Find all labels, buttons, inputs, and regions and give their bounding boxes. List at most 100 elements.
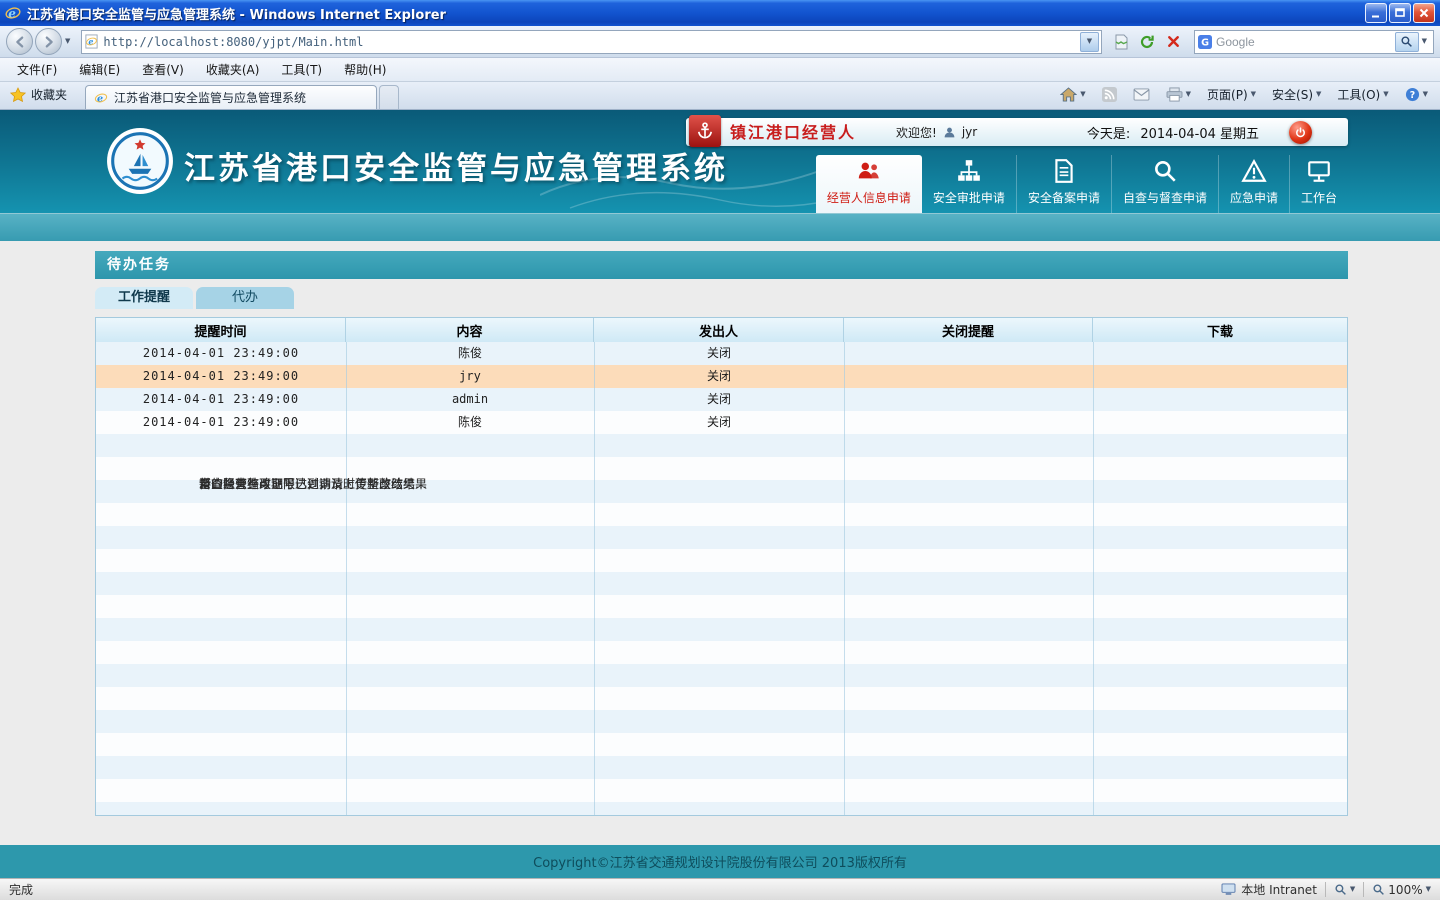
nav-safety-approval[interactable]: 安全审批申请 — [922, 155, 1016, 213]
menu-favorites[interactable]: 收藏夹(A) — [195, 58, 271, 81]
close-icon — [1418, 7, 1430, 19]
page-favicon-icon: e — [84, 34, 99, 49]
zoom-icon — [1372, 883, 1385, 896]
safety-menu-label: 安全(S) — [1272, 86, 1313, 103]
tab-work-reminder[interactable]: 工作提醒 — [95, 287, 193, 309]
row-time: 2014-04-01 23:49:00 — [96, 388, 346, 411]
forward-arrow-icon — [42, 35, 56, 49]
back-arrow-icon — [13, 35, 27, 49]
column-header-sender: 发出人 — [594, 318, 844, 342]
row-sender: jry — [346, 365, 594, 388]
row-download — [844, 411, 1093, 434]
row-sender: admin — [346, 388, 594, 411]
document-icon — [1051, 158, 1077, 184]
nav-emergency[interactable]: 应急申请 — [1218, 155, 1289, 213]
read-mail-button[interactable] — [1127, 86, 1156, 103]
zoom-tools-button[interactable]: ▼ — [1334, 883, 1355, 896]
row-content: 新的督查结果已下达，请及时更新整改结果 — [191, 473, 1347, 496]
stop-button[interactable] — [1160, 29, 1186, 55]
favorites-label: 收藏夹 — [31, 86, 67, 103]
table-row[interactable]: 2014-04-01 23:49:00 港口经营许可证号已过期 admin 关闭 — [96, 388, 1347, 411]
menu-view[interactable]: 查看(V) — [131, 58, 195, 81]
maximize-button[interactable] — [1389, 3, 1411, 23]
menu-file[interactable]: 文件(F) — [6, 58, 68, 81]
ie-logo-icon: e — [5, 5, 21, 21]
page-menu-label: 页面(P) — [1207, 86, 1248, 103]
search-input[interactable] — [1212, 35, 1395, 49]
star-icon — [10, 87, 26, 103]
table-header-row: 提醒时间 内容 发出人 关闭提醒 下载 — [96, 318, 1347, 342]
user-ribbon: 镇江港口经营人 欢迎您! jyr 今天是: 2014-04-04 星期五 — [686, 118, 1348, 146]
nav-workbench[interactable]: 工作台 — [1289, 155, 1348, 213]
favorites-button[interactable]: 收藏夹 — [6, 82, 75, 109]
minimize-button[interactable] — [1365, 3, 1387, 23]
address-dropdown-button[interactable]: ▼ — [1080, 32, 1099, 52]
menu-tools[interactable]: 工具(T) — [270, 58, 333, 81]
table-row[interactable]: 2014-04-01 23:49:00 新的督查结果已下达，请及时更新整改结果 … — [96, 411, 1347, 434]
refresh-button[interactable] — [1134, 29, 1160, 55]
chevron-down-icon: ▼ — [1251, 91, 1256, 98]
new-tab-stub[interactable] — [379, 85, 399, 109]
nav-inspection[interactable]: 自查与督查申请 — [1111, 155, 1218, 213]
search-options-dropdown[interactable]: ▼ — [1419, 38, 1430, 45]
column-header-close: 关闭提醒 — [844, 318, 1093, 342]
nav-label: 应急申请 — [1230, 189, 1278, 206]
menu-help[interactable]: 帮助(H) — [333, 58, 397, 81]
help-button[interactable]: ? ▼ — [1399, 85, 1434, 104]
feeds-icon — [1102, 87, 1117, 102]
google-logo-icon: G — [1198, 35, 1212, 49]
print-button[interactable]: ▼ — [1160, 85, 1197, 104]
logout-button[interactable] — [1289, 121, 1312, 144]
tab-todo[interactable]: 代办 — [196, 287, 294, 309]
zoom-level-button[interactable]: 100% ▼ — [1372, 883, 1431, 897]
feeds-button[interactable] — [1096, 85, 1123, 104]
maximize-icon — [1394, 7, 1406, 19]
address-toolbar: ▼ e ▼ G ▼ — [0, 26, 1440, 58]
role-badge: 镇江港口经营人 — [686, 114, 856, 148]
nav-label: 安全审批申请 — [933, 189, 1005, 206]
close-reminder-action[interactable]: 关闭 — [594, 342, 844, 365]
date-area: 今天是: 2014-04-04 星期五 — [1087, 123, 1259, 142]
chevron-down-icon: ▼ — [1422, 38, 1427, 45]
tools-menu-button[interactable]: 工具(O) ▼ — [1331, 84, 1394, 105]
chevron-down-icon: ▼ — [1186, 91, 1191, 98]
date-value: 2014-04-04 星期五 — [1140, 123, 1259, 142]
page-viewport: 江苏省港口安全监管与应急管理系统 镇江港口经营人 欢迎您! — [0, 110, 1440, 878]
nav-label: 工作台 — [1301, 189, 1337, 206]
search-go-button[interactable] — [1395, 32, 1419, 52]
close-reminder-action[interactable]: 关闭 — [594, 365, 844, 388]
nav-safety-record[interactable]: 安全备案申请 — [1016, 155, 1111, 213]
close-reminder-action[interactable]: 关闭 — [594, 411, 844, 434]
anchor-icon — [695, 121, 715, 141]
svg-text:e: e — [8, 6, 16, 20]
back-button[interactable] — [6, 28, 33, 55]
table-row[interactable]: 2014-04-01 23:49:00 督查隐患整改期限已到，请上传整改结果… … — [96, 342, 1347, 365]
compatibility-view-icon — [1113, 34, 1129, 50]
page-menu-button[interactable]: 页面(P) ▼ — [1201, 84, 1262, 105]
help-icon: ? — [1405, 87, 1420, 102]
forward-button[interactable] — [35, 28, 62, 55]
welcome-area: 欢迎您! jyr — [896, 124, 977, 141]
history-dropdown[interactable]: ▼ — [62, 38, 73, 45]
tab-bar: 收藏夹 e 江苏省港口安全监管与应急管理系统 ▼ — [0, 82, 1440, 110]
address-input[interactable] — [99, 35, 1080, 49]
close-button[interactable] — [1413, 3, 1435, 23]
browser-tab-active[interactable]: e 江苏省港口安全监管与应急管理系统 — [85, 85, 377, 109]
status-done: 完成 — [9, 881, 33, 898]
menu-edit[interactable]: 编辑(E) — [68, 58, 131, 81]
tools-menu-label: 工具(O) — [1337, 86, 1380, 103]
task-tabs: 工作提醒 代办 — [95, 287, 1348, 309]
table-row[interactable]: 2014-04-01 23:49:00 自查隐患整改期限已到，请上传整改结果… … — [96, 365, 1347, 388]
nav-label: 自查与督查申请 — [1123, 189, 1207, 206]
svg-text:e: e — [97, 93, 103, 104]
site-banner: 江苏省港口安全监管与应急管理系统 镇江港口经营人 欢迎您! — [0, 110, 1440, 213]
stop-icon — [1166, 34, 1181, 49]
close-reminder-action[interactable]: 关闭 — [594, 388, 844, 411]
org-chart-icon — [956, 158, 982, 184]
safety-menu-button[interactable]: 安全(S) ▼ — [1266, 84, 1327, 105]
magnifier-icon — [1334, 883, 1347, 896]
compatibility-view-button[interactable] — [1108, 29, 1134, 55]
nav-operator-info[interactable]: 经营人信息申请 — [816, 155, 922, 213]
tasks-table: 提醒时间 内容 发出人 关闭提醒 下载 2014-04-01 23:49:00 … — [95, 317, 1348, 816]
home-button[interactable]: ▼ — [1054, 85, 1091, 104]
